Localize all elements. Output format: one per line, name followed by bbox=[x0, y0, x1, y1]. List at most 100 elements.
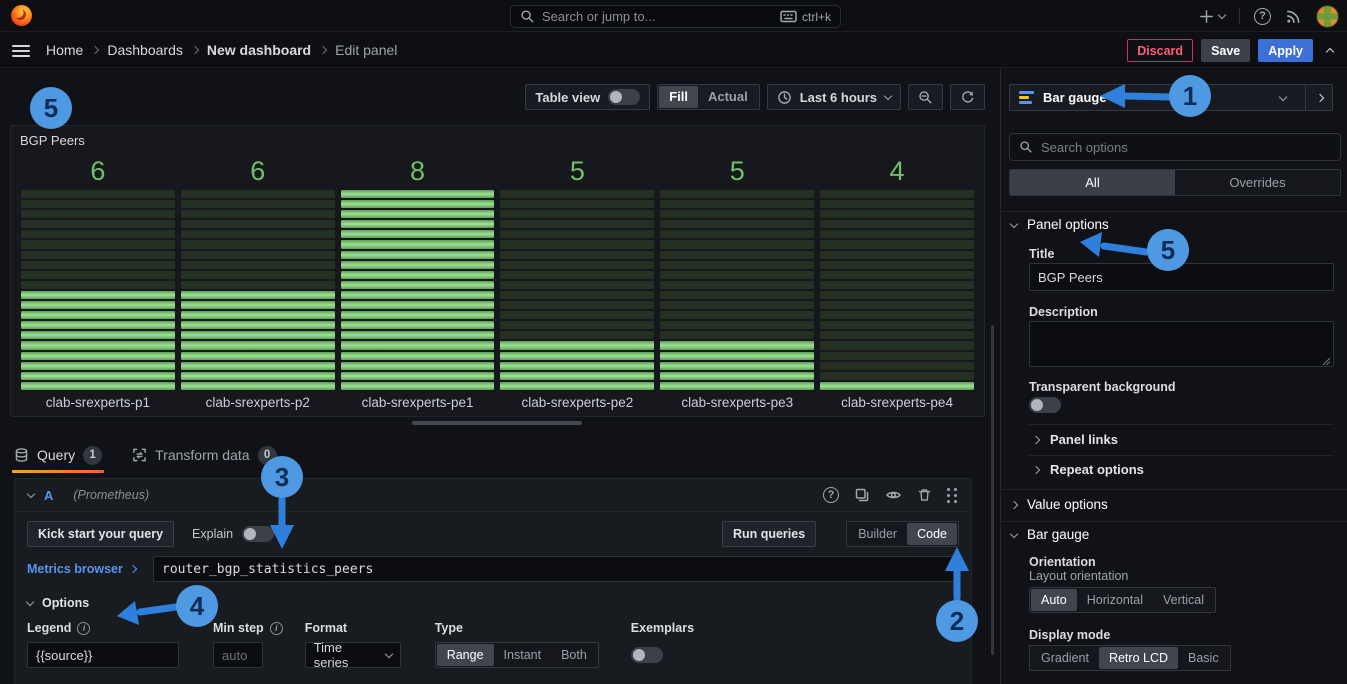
resize-corner-icon[interactable] bbox=[1322, 357, 1331, 366]
lcd-cell bbox=[660, 301, 814, 309]
discard-button[interactable]: Discard bbox=[1127, 39, 1193, 62]
help-icon[interactable]: ? bbox=[1254, 8, 1271, 25]
lcd-cell bbox=[181, 210, 335, 218]
run-queries-button[interactable]: Run queries bbox=[722, 521, 816, 547]
min-step-input[interactable] bbox=[213, 642, 263, 668]
lcd-cell bbox=[181, 200, 335, 208]
lcd-cell bbox=[341, 240, 495, 248]
bar-label: clab-srexperts-pe1 bbox=[341, 390, 495, 412]
hide-response-eye-icon[interactable] bbox=[885, 487, 902, 503]
user-avatar[interactable] bbox=[1316, 5, 1339, 28]
display-mode-gradient[interactable]: Gradient bbox=[1031, 647, 1099, 669]
legend-input[interactable] bbox=[27, 642, 179, 668]
zoom-out-button[interactable] bbox=[908, 84, 943, 110]
bar-value: 6 bbox=[181, 156, 335, 188]
tab-overrides[interactable]: Overrides bbox=[1175, 170, 1340, 195]
chevron-down-icon bbox=[385, 650, 393, 658]
metrics-browser-button[interactable]: Metrics browser bbox=[27, 562, 145, 576]
divider bbox=[1239, 8, 1240, 24]
apply-button[interactable]: Apply bbox=[1258, 39, 1313, 62]
table-view-toggle[interactable] bbox=[608, 89, 640, 105]
query-type-instant[interactable]: Instant bbox=[494, 644, 552, 666]
format-select[interactable]: Time series bbox=[305, 642, 401, 668]
query-type-both[interactable]: Both bbox=[551, 644, 597, 666]
lcd-cells bbox=[21, 190, 175, 390]
visualization-picker[interactable]: Bar gauge bbox=[1009, 84, 1333, 111]
exemplars-toggle[interactable] bbox=[631, 647, 663, 663]
query-expression-input[interactable] bbox=[153, 556, 959, 582]
display-mode-retro-lcd[interactable]: Retro LCD bbox=[1099, 647, 1178, 669]
grafana-logo-icon[interactable] bbox=[11, 5, 32, 26]
refresh-button[interactable] bbox=[950, 84, 985, 110]
transparent-background-toggle[interactable] bbox=[1029, 397, 1061, 413]
lcd-cell bbox=[341, 352, 495, 360]
query-help-icon[interactable]: ? bbox=[823, 487, 839, 503]
tab-all[interactable]: All bbox=[1010, 170, 1175, 195]
lcd-cell bbox=[660, 352, 814, 360]
lcd-cell bbox=[181, 261, 335, 269]
query-editor-tabs: Query 1 Transform data 0 bbox=[12, 440, 279, 470]
duplicate-icon[interactable] bbox=[854, 487, 870, 503]
lcd-cells bbox=[500, 190, 654, 390]
lcd-cell bbox=[181, 311, 335, 319]
value-options-header[interactable]: Value options bbox=[1011, 497, 1108, 512]
delete-query-trash-icon[interactable] bbox=[917, 487, 932, 503]
panel-title: BGP Peers bbox=[20, 133, 85, 148]
lcd-cell bbox=[21, 190, 175, 198]
repeat-options-row[interactable]: Repeat options bbox=[1033, 462, 1144, 477]
orientation-horizontal[interactable]: Horizontal bbox=[1077, 589, 1153, 611]
lcd-cell bbox=[500, 271, 654, 279]
table-view-toggle-box[interactable]: Table view bbox=[525, 84, 650, 110]
search-options-input[interactable]: Search options bbox=[1009, 133, 1341, 161]
exemplars-field: Exemplars bbox=[631, 621, 694, 663]
search-icon bbox=[520, 9, 535, 24]
query-ref-id: A bbox=[44, 488, 53, 503]
collapse-pane-icon[interactable] bbox=[1316, 93, 1324, 101]
lcd-cell bbox=[500, 220, 654, 228]
bar-value: 4 bbox=[820, 156, 974, 188]
display-mode-basic[interactable]: Basic bbox=[1178, 647, 1229, 669]
news-icon[interactable] bbox=[1285, 8, 1302, 25]
grafana-edit-panel-screen: Search or jump to... ctrl+k ? Home Dashbo… bbox=[0, 0, 1347, 684]
panel-options-header[interactable]: Panel options bbox=[1011, 217, 1109, 232]
breadcrumb-separator-icon bbox=[91, 45, 99, 53]
bgp-peers-panel[interactable]: BGP Peers 6clab-srexperts-p16clab-srexpe… bbox=[10, 125, 985, 417]
lcd-cell bbox=[341, 251, 495, 259]
lcd-cell bbox=[660, 190, 814, 198]
description-textarea[interactable] bbox=[1029, 321, 1334, 367]
orientation-vertical[interactable]: Vertical bbox=[1153, 589, 1214, 611]
lcd-cell bbox=[181, 190, 335, 198]
view-mode-actual[interactable]: Actual bbox=[698, 86, 758, 108]
view-mode-fill[interactable]: Fill bbox=[659, 86, 698, 108]
add-menu-button[interactable] bbox=[1199, 9, 1225, 24]
query-row-header[interactable]: A (Prometheus) ? bbox=[15, 479, 971, 512]
panel-links-row[interactable]: Panel links bbox=[1033, 432, 1118, 447]
save-button[interactable]: Save bbox=[1201, 39, 1250, 62]
collapse-options-icon[interactable] bbox=[1326, 48, 1334, 56]
breadcrumb-item[interactable]: New dashboard bbox=[207, 42, 311, 58]
lcd-cell bbox=[660, 240, 814, 248]
kick-start-query-button[interactable]: Kick start your query bbox=[27, 521, 174, 547]
bar-gauge-options-header[interactable]: Bar gauge bbox=[1011, 527, 1089, 542]
collapse-query-icon[interactable] bbox=[27, 490, 35, 498]
drag-handle-icon[interactable] bbox=[947, 488, 958, 503]
lcd-cell bbox=[660, 291, 814, 299]
menu-toggle-icon[interactable] bbox=[12, 45, 30, 57]
panel-resize-handle[interactable] bbox=[412, 421, 582, 425]
global-search[interactable]: Search or jump to... ctrl+k bbox=[510, 5, 841, 28]
vertical-scrollbar[interactable] bbox=[991, 325, 994, 655]
lcd-cell bbox=[21, 281, 175, 289]
explain-toggle[interactable] bbox=[242, 526, 274, 542]
time-range-picker[interactable]: Last 6 hours bbox=[767, 84, 901, 110]
tab-transform-data[interactable]: Transform data 0 bbox=[130, 440, 278, 470]
tab-query[interactable]: Query 1 bbox=[12, 440, 104, 470]
orientation-auto[interactable]: Auto bbox=[1031, 589, 1077, 611]
editor-mode-code[interactable]: Code bbox=[907, 523, 957, 545]
breadcrumb-item[interactable]: Dashboards bbox=[107, 42, 183, 58]
panel-title-input[interactable] bbox=[1029, 263, 1334, 291]
lcd-cell bbox=[181, 251, 335, 259]
query-type-range[interactable]: Range bbox=[437, 644, 494, 666]
options-header[interactable]: Options bbox=[27, 596, 959, 610]
editor-mode-builder[interactable]: Builder bbox=[848, 523, 907, 545]
breadcrumb-item[interactable]: Home bbox=[46, 42, 83, 58]
